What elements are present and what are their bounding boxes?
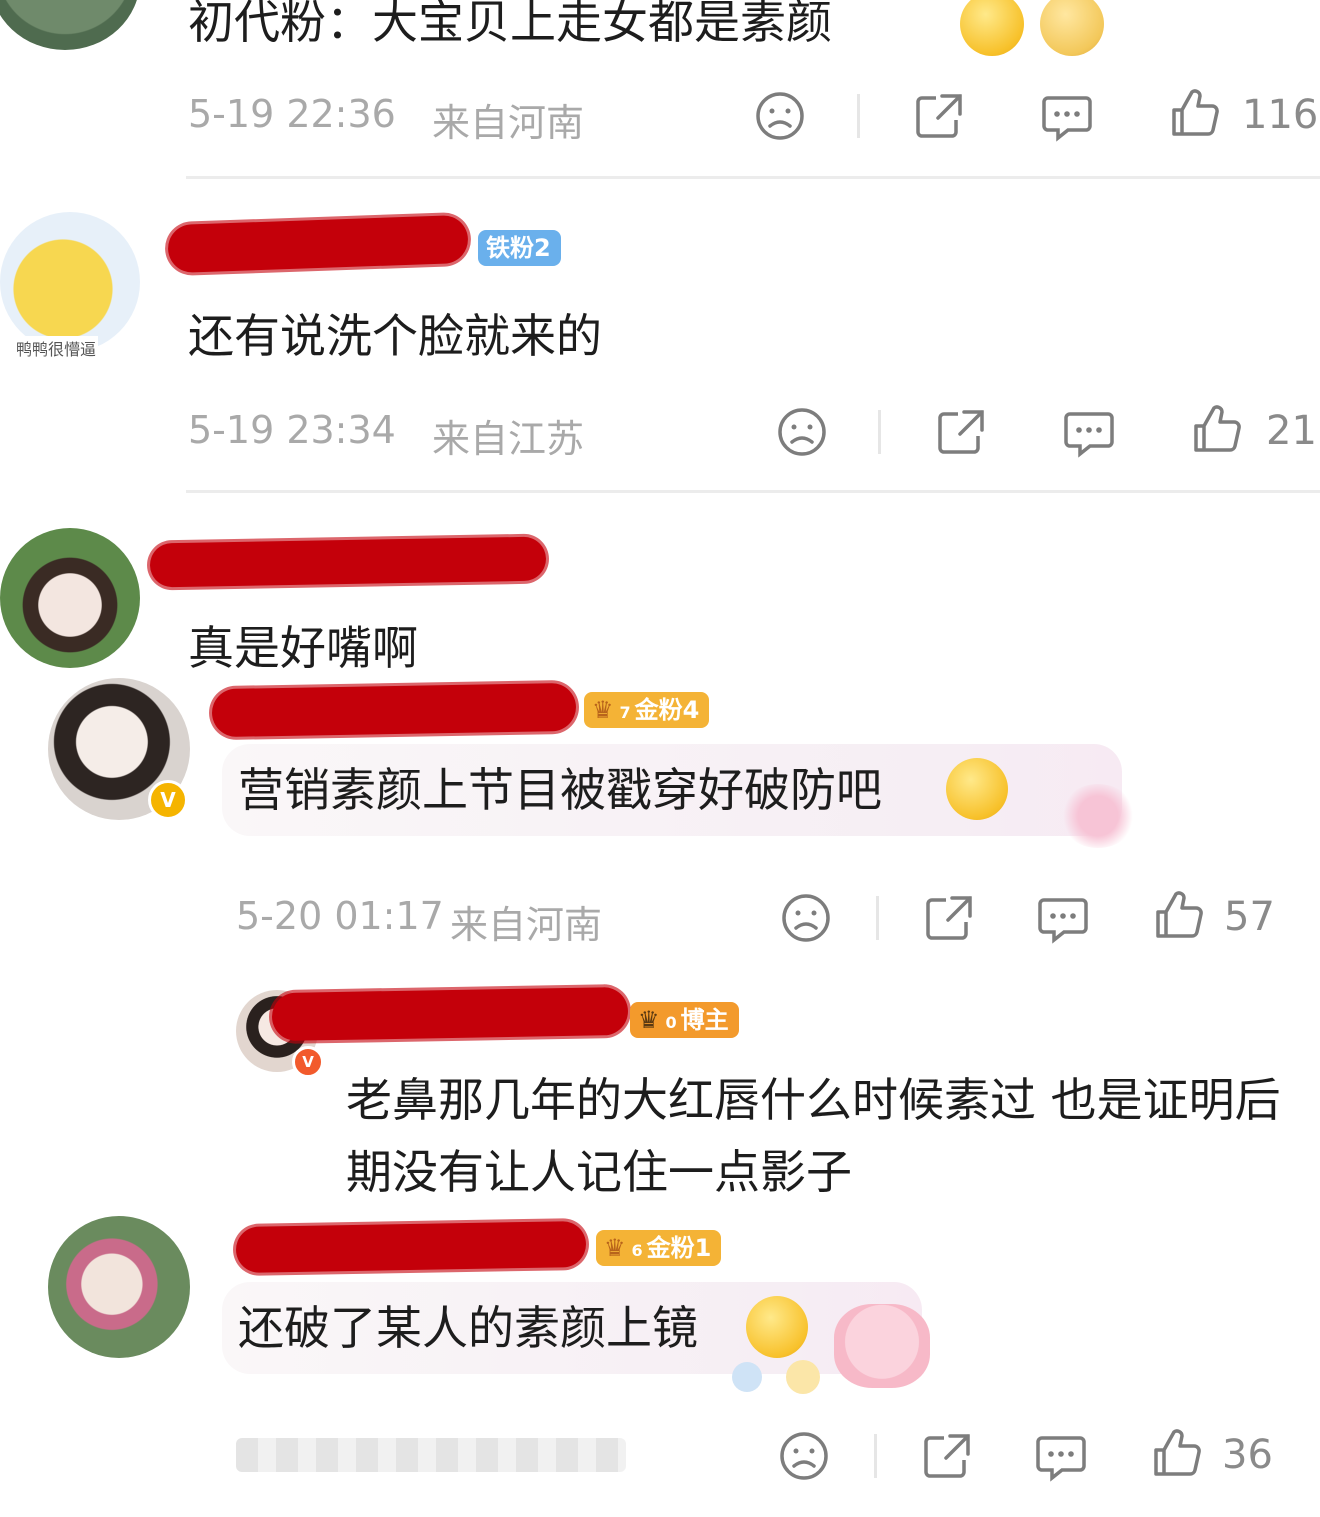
- bubble-decoration: [786, 1360, 820, 1394]
- comment-text: 初代粉：大宝贝上走女都是素颜: [188, 0, 832, 49]
- fan-badge: 铁粉2: [478, 230, 561, 266]
- avatar[interactable]: [48, 1216, 190, 1358]
- like-count: 36: [1222, 1432, 1273, 1478]
- badge-label: 博主: [680, 1006, 729, 1034]
- like-count: 57: [1224, 894, 1275, 940]
- thumbs-up-icon[interactable]: [1168, 86, 1222, 140]
- badge-label: 金粉4: [634, 696, 700, 724]
- redacted-username: [235, 1220, 587, 1274]
- comment-location: 来自江苏: [432, 417, 585, 461]
- frown-face-icon[interactable]: [778, 1430, 830, 1482]
- row-divider: [186, 176, 1320, 179]
- crown-icon: ♛: [592, 696, 614, 724]
- v-badge-icon: V: [148, 780, 188, 820]
- comment-text: 还破了某人的素颜上镜: [238, 1301, 698, 1355]
- like-count: 21: [1266, 408, 1317, 454]
- badge-level: 6: [631, 1241, 643, 1260]
- row-divider: [186, 490, 1320, 493]
- share-icon[interactable]: [920, 1430, 974, 1482]
- share-icon[interactable]: [934, 406, 988, 458]
- badge-level: 0: [665, 1013, 677, 1032]
- comment-location: 来自河南: [450, 903, 603, 947]
- dog-emoji-icon: [1040, 0, 1104, 56]
- redacted-username: [167, 214, 469, 274]
- blurred-meta: [236, 1438, 626, 1472]
- redacted-username: [211, 682, 577, 738]
- divider: [857, 94, 860, 138]
- comment-date: 5-19 22:36: [188, 92, 396, 136]
- thumbs-up-icon[interactable]: [1150, 1426, 1204, 1480]
- comment-text: 还有说洗个脸就来的: [188, 309, 602, 363]
- laughing-crying-emoji-icon: [746, 1296, 808, 1358]
- redacted-username: [149, 536, 547, 588]
- flower-decoration: [1060, 784, 1136, 848]
- share-icon[interactable]: [922, 892, 976, 944]
- comment-date: 5-20 01:17: [236, 894, 444, 938]
- like-count: 116: [1242, 92, 1319, 138]
- divider: [878, 410, 881, 454]
- avatar[interactable]: [0, 0, 140, 50]
- comment-date: 5-19 23:34: [188, 408, 396, 452]
- crown-icon: ♛: [604, 1234, 626, 1262]
- fan-badge: ♛ 6 金粉1: [596, 1230, 722, 1266]
- comment-bubble-icon[interactable]: [1034, 1430, 1088, 1484]
- comment-text: 真是好嘴啊: [188, 621, 418, 675]
- crying-emoji-icon: [946, 758, 1008, 820]
- comment-location: 来自河南: [432, 101, 585, 145]
- badge-level: 7: [619, 703, 631, 722]
- avatar[interactable]: [0, 212, 140, 352]
- divider: [876, 896, 879, 940]
- badge-label: 金粉1: [646, 1234, 712, 1262]
- comment-text: 营销素颜上节目被戳穿好破防吧: [238, 763, 882, 817]
- comment-bubble-icon[interactable]: [1062, 406, 1116, 460]
- blogger-badge: ♛ 0 博主: [630, 1002, 739, 1038]
- comment-bubble-icon[interactable]: [1040, 90, 1094, 144]
- avatar-caption: 鸭鸭很懵逼: [14, 336, 99, 360]
- frown-face-icon[interactable]: [776, 406, 828, 458]
- fan-badge: ♛ 7 金粉4: [584, 692, 710, 728]
- v-badge-icon: V: [292, 1046, 324, 1078]
- bubble-decoration: [732, 1362, 762, 1392]
- redacted-username: [271, 986, 629, 1042]
- frown-face-icon[interactable]: [754, 90, 806, 142]
- divider: [874, 1434, 877, 1478]
- share-icon[interactable]: [912, 90, 966, 142]
- thumbs-up-icon[interactable]: [1190, 402, 1244, 456]
- comment-text: 老鼻那几年的大红唇什么时候素过 也是证明后期没有让人记住一点影子: [346, 1073, 1281, 1199]
- comment-bubble-icon[interactable]: [1036, 892, 1090, 946]
- thumbs-up-icon[interactable]: [1152, 888, 1206, 942]
- crown-icon: ♛: [638, 1006, 660, 1034]
- shush-emoji-icon: [960, 0, 1024, 56]
- pig-decoration: [834, 1304, 930, 1388]
- frown-face-icon[interactable]: [780, 892, 832, 944]
- avatar[interactable]: [0, 528, 140, 668]
